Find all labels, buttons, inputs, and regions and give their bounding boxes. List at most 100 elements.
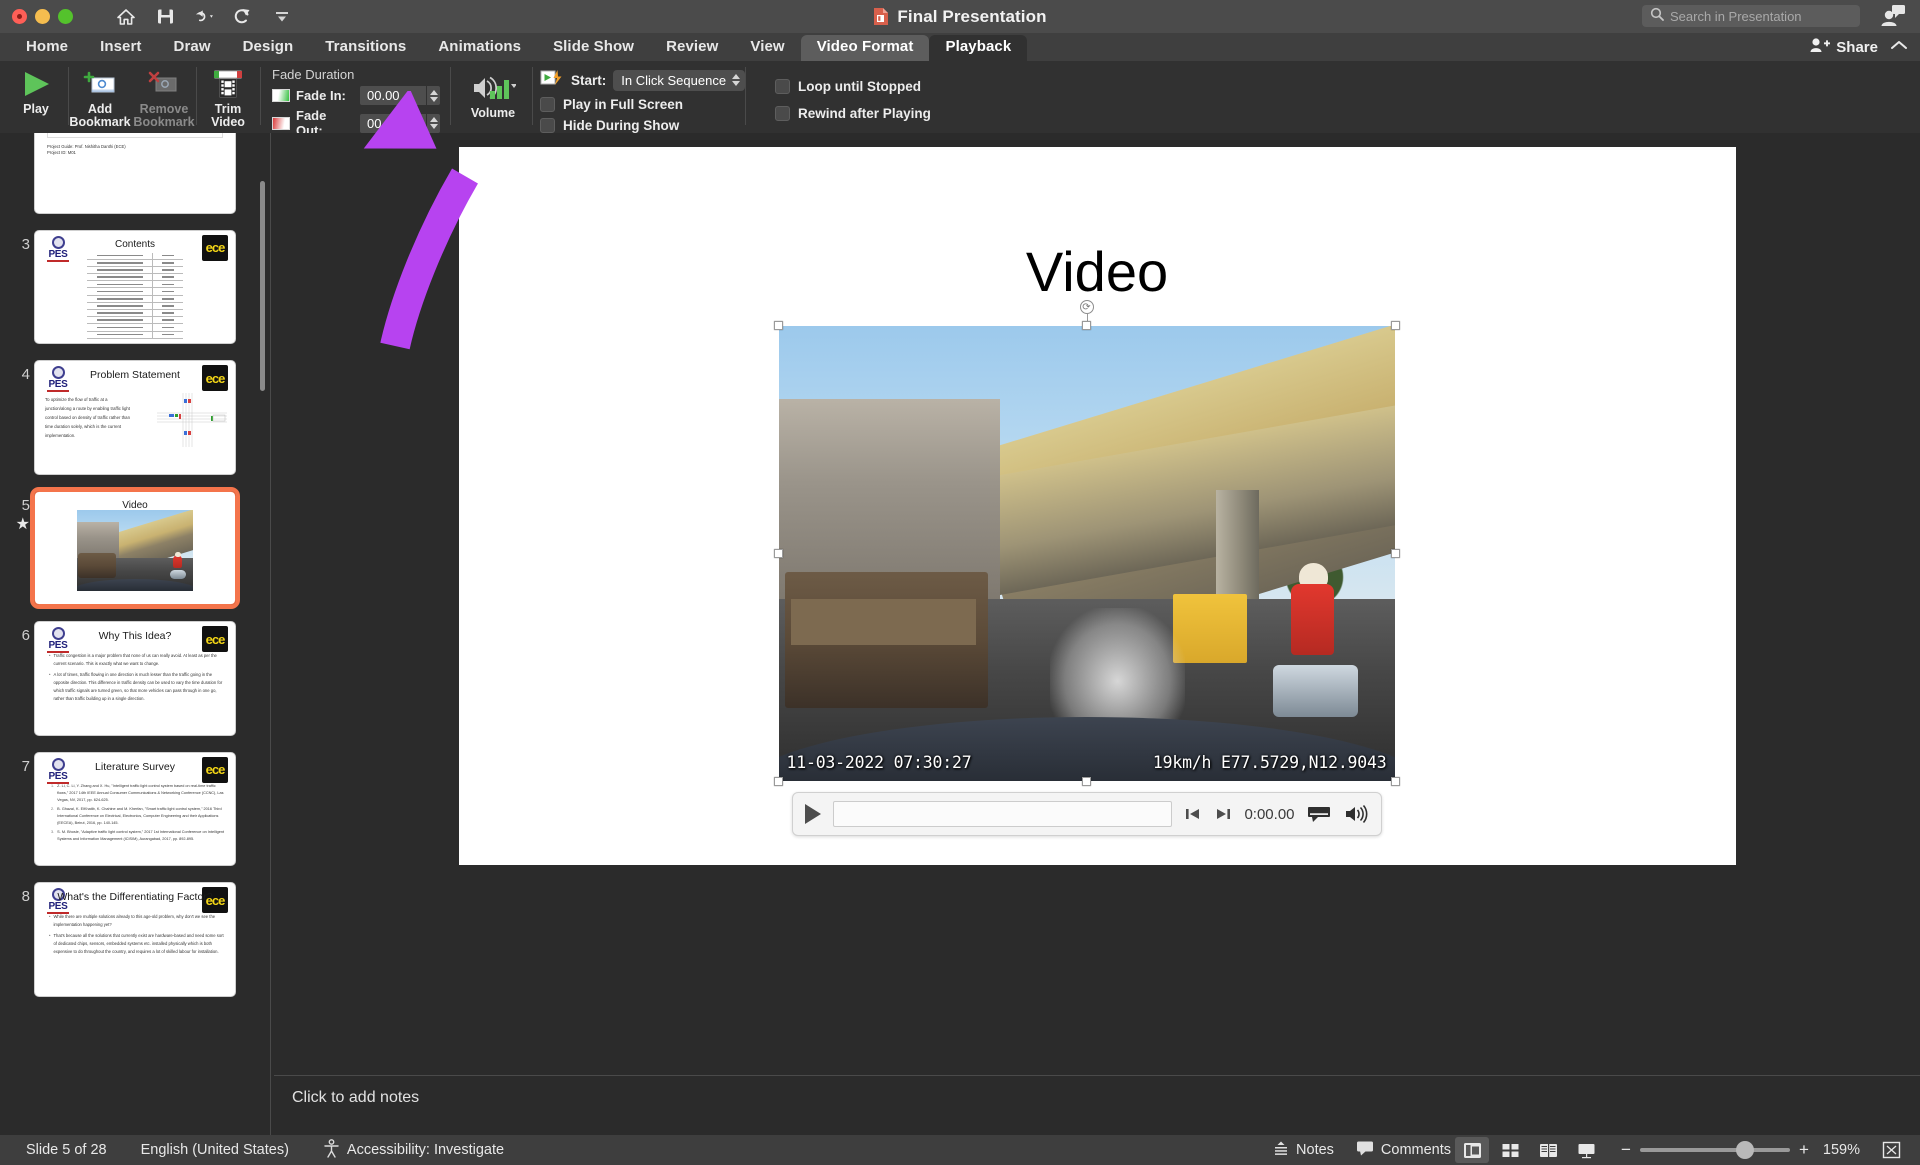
- search-box[interactable]: [1642, 5, 1860, 27]
- tab-home[interactable]: Home: [10, 35, 84, 61]
- media-progress-track[interactable]: [833, 801, 1173, 827]
- tab-view[interactable]: View: [734, 35, 800, 61]
- spin-down-icon[interactable]: [430, 124, 438, 129]
- view-slide-sorter-button[interactable]: [1493, 1137, 1527, 1163]
- list-item[interactable]: 5 ★ Video: [0, 483, 268, 614]
- volume-icon[interactable]: [1343, 804, 1369, 824]
- slide-title-text[interactable]: Video: [459, 239, 1736, 304]
- checkbox-play-in-full-screen[interactable]: Play in Full Screen: [540, 97, 745, 112]
- chevron-up-icon[interactable]: [1890, 38, 1908, 56]
- select-down-icon[interactable]: [732, 81, 740, 86]
- select-up-icon[interactable]: [732, 74, 740, 79]
- resize-handle-n[interactable]: [1082, 321, 1091, 330]
- checkbox-loop-until-stopped[interactable]: Loop until Stopped: [775, 79, 931, 94]
- step-backward-icon[interactable]: [1184, 806, 1202, 822]
- list-item[interactable]: 2 Project Guide: Prof. Nishitha Danthi (…: [0, 133, 268, 222]
- checkbox-rewind-after-playing[interactable]: Rewind after Playing: [775, 106, 931, 121]
- maximize-window-button[interactable]: [58, 9, 73, 24]
- checkbox-hide-during-show[interactable]: Hide During Show: [540, 118, 745, 133]
- resize-handle-s[interactable]: [1082, 777, 1091, 786]
- spin-up-icon[interactable]: [430, 90, 438, 95]
- fade-in-input[interactable]: 00.00: [360, 86, 426, 105]
- fade-out-spin-arrows[interactable]: [427, 114, 440, 133]
- slide-thumbnail-5[interactable]: Video: [34, 491, 236, 606]
- tab-animations[interactable]: Animations: [422, 35, 537, 61]
- tab-playback[interactable]: Playback: [929, 35, 1027, 61]
- tab-insert[interactable]: Insert: [84, 35, 157, 61]
- fade-in-stepper[interactable]: 00.00: [360, 86, 440, 105]
- redo-icon[interactable]: [232, 6, 254, 28]
- resize-handle-nw[interactable]: [774, 321, 783, 330]
- accessibility-status[interactable]: Accessibility: Investigate: [323, 1139, 504, 1162]
- view-normal-button[interactable]: [1455, 1137, 1489, 1163]
- fade-in-spin-arrows[interactable]: [427, 86, 440, 105]
- zoom-out-button[interactable]: −: [1621, 1140, 1631, 1160]
- slide-thumbnail-panel[interactable]: 2 Project Guide: Prof. Nishitha Danthi (…: [0, 133, 268, 1135]
- zoom-in-button[interactable]: +: [1799, 1140, 1809, 1160]
- start-select-stepper[interactable]: [732, 74, 740, 86]
- list-item[interactable]: 3 PES ece Contents: [0, 222, 268, 353]
- fade-out-stepper[interactable]: 00.00: [360, 114, 440, 133]
- list-item[interactable]: 6 PES ece Why This Idea?: [0, 613, 268, 744]
- video-frame[interactable]: 11-03-2022 07:30:27 19km/h E77.5729,N12.…: [779, 326, 1395, 781]
- account-icon[interactable]: [1880, 4, 1906, 33]
- view-reading-button[interactable]: [1531, 1137, 1565, 1163]
- checkbox-box[interactable]: [540, 118, 555, 133]
- notes-toggle-button[interactable]: Notes: [1273, 1140, 1334, 1160]
- slide-thumbnail-3[interactable]: PES ece Contents: [34, 230, 236, 345]
- checkbox-box[interactable]: [775, 106, 790, 121]
- spin-up-icon[interactable]: [430, 117, 438, 122]
- undo-icon[interactable]: [193, 6, 215, 28]
- volume-button[interactable]: Volume: [464, 67, 522, 120]
- media-control-bar[interactable]: 0:00.00: [792, 792, 1382, 836]
- start-select[interactable]: In Click Sequence: [613, 70, 745, 91]
- notes-pane[interactable]: Click to add notes: [274, 1075, 1920, 1135]
- play-button[interactable]: Play: [4, 63, 68, 116]
- slide-thumbnail-6[interactable]: PES ece Why This Idea? •Traffic congesti…: [34, 621, 236, 736]
- checkbox-box[interactable]: [775, 79, 790, 94]
- slide-thumbnail-2[interactable]: Project Guide: Prof. Nishitha Danthi (EC…: [34, 133, 236, 214]
- resize-handle-w[interactable]: [774, 549, 783, 558]
- slide-indicator[interactable]: Slide 5 of 28: [26, 1142, 107, 1158]
- remove-bookmark-button[interactable]: Remove Bookmark: [132, 63, 196, 129]
- tab-design[interactable]: Design: [227, 35, 310, 61]
- home-icon[interactable]: [115, 6, 137, 28]
- zoom-track[interactable]: [1640, 1148, 1790, 1152]
- tab-draw[interactable]: Draw: [158, 35, 227, 61]
- fade-out-input[interactable]: 00.00: [360, 114, 426, 133]
- comments-toggle-button[interactable]: Comments: [1356, 1140, 1451, 1160]
- resize-handle-e[interactable]: [1391, 549, 1400, 558]
- slide-thumbnail-7[interactable]: PES ece Literature Survey 1.Z. Li, C. Li…: [34, 752, 236, 867]
- tab-slide-show[interactable]: Slide Show: [537, 35, 650, 61]
- tab-review[interactable]: Review: [650, 35, 734, 61]
- zoom-percent[interactable]: 159%: [1823, 1142, 1860, 1158]
- step-forward-icon[interactable]: [1214, 806, 1232, 822]
- play-icon[interactable]: [805, 804, 821, 824]
- video-object[interactable]: ⟳: [779, 326, 1395, 781]
- share-button[interactable]: Share: [1810, 37, 1878, 57]
- resize-handle-se[interactable]: [1391, 777, 1400, 786]
- save-icon[interactable]: [154, 6, 176, 28]
- view-slide-show-button[interactable]: [1569, 1137, 1603, 1163]
- tab-video-format[interactable]: Video Format: [801, 35, 930, 61]
- customize-toolbar-icon[interactable]: [271, 6, 293, 28]
- spin-down-icon[interactable]: [430, 97, 438, 102]
- rotate-handle[interactable]: ⟳: [1080, 300, 1094, 314]
- trim-video-button[interactable]: Trim Video: [196, 63, 260, 129]
- resize-handle-ne[interactable]: [1391, 321, 1400, 330]
- minimize-window-button[interactable]: [35, 9, 50, 24]
- slide-thumbnail-8[interactable]: PES ece What's the Differentiating Facto…: [34, 882, 236, 997]
- close-window-button[interactable]: [12, 9, 27, 24]
- closed-caption-icon[interactable]: [1307, 805, 1331, 823]
- slide-thumbnail-4[interactable]: PES ece Problem Statement To optimize th…: [34, 360, 236, 475]
- fit-to-window-icon[interactable]: [1874, 1137, 1908, 1163]
- slide-canvas-area[interactable]: Video ⟳: [274, 133, 1920, 1075]
- panel-scrollbar[interactable]: [260, 181, 265, 391]
- zoom-slider[interactable]: − +: [1621, 1140, 1809, 1160]
- checkbox-box[interactable]: [540, 97, 555, 112]
- list-item[interactable]: 8 PES ece What's the Differentiating Fa: [0, 874, 268, 1005]
- resize-handle-sw[interactable]: [774, 777, 783, 786]
- tab-transitions[interactable]: Transitions: [309, 35, 422, 61]
- add-bookmark-button[interactable]: Add Bookmark: [68, 63, 132, 129]
- animation-indicator-icon[interactable]: ★: [0, 514, 30, 534]
